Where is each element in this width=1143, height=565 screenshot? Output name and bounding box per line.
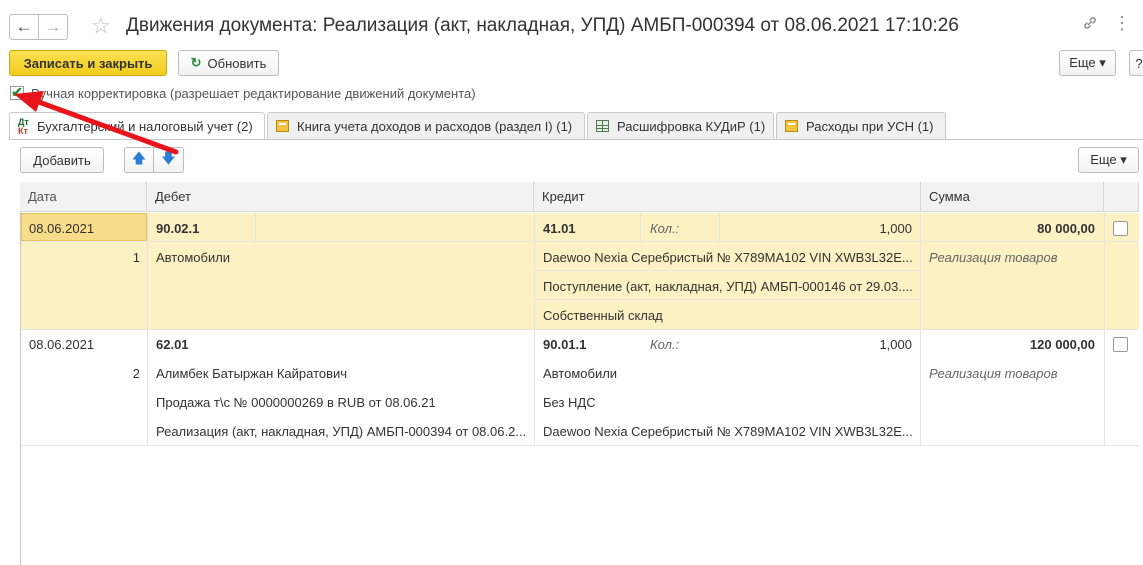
- tab-kudir-breakdown-label: Расшифровка КУДиР (1): [617, 118, 766, 134]
- column-divider: [255, 213, 256, 241]
- help-button[interactable]: ?: [1129, 50, 1143, 76]
- debet-subconto: Автомобили: [156, 250, 231, 265]
- row-divider: [535, 299, 920, 300]
- row-checkbox[interactable]: [1113, 221, 1128, 236]
- debet-subconto: Продажа т\с № 0000000269 в RUB от 08.06.…: [156, 395, 436, 410]
- favorite-star-icon[interactable]: ☆: [91, 13, 111, 39]
- row-number: 2: [132, 366, 140, 381]
- qty-label: Кол.:: [650, 337, 680, 352]
- tab-usn-expenses[interactable]: Расходы при УСН (1): [776, 112, 946, 139]
- qty-value: 1,000: [879, 337, 912, 352]
- sum-value: 80 000,00: [1037, 221, 1095, 236]
- column-divider: [719, 213, 720, 241]
- forward-button[interactable]: →: [38, 14, 68, 40]
- column-divider: [640, 213, 641, 241]
- tab-divider: [9, 139, 1143, 140]
- refresh-label: Обновить: [207, 55, 267, 71]
- kredit-subconto: Daewoo Nexia Серебристый № Х789МА102 VIN…: [543, 424, 913, 439]
- debet-subconto: Алимбек Батыржан Кайратович: [156, 366, 348, 381]
- debet-account: 90.02.1: [156, 221, 200, 236]
- column-sum[interactable]: Сумма: [921, 182, 1104, 211]
- sum-value: 120 000,00: [1029, 337, 1095, 352]
- dt-kt-icon: Дт Кт: [18, 116, 29, 136]
- column-kredit[interactable]: Кредит: [534, 182, 921, 211]
- move-down-button[interactable]: 🡇: [153, 147, 184, 173]
- link-icon-svg: [1084, 17, 1096, 29]
- register-icon: [785, 120, 798, 132]
- kredit-account: 90.01.1: [543, 337, 587, 352]
- refresh-button[interactable]: ↻ Обновить: [178, 50, 279, 76]
- move-up-button[interactable]: 🡅: [124, 147, 154, 173]
- kredit-account: 41.01: [543, 221, 576, 236]
- arrow-left-icon: ←: [15, 17, 33, 36]
- kredit-subconto: Автомобили: [543, 366, 618, 381]
- arrow-down-icon: 🡇: [161, 150, 176, 166]
- window-title: Движения документа: Реализация (акт, нак…: [126, 15, 959, 36]
- kredit-subconto: Собственный склад: [543, 308, 663, 323]
- kredit-subconto: Поступление (акт, накладная, УПД) АМБП-0…: [543, 279, 913, 294]
- back-button[interactable]: ←: [9, 14, 39, 40]
- sum-description: Реализация товаров: [929, 250, 1058, 265]
- arrow-right-icon: →: [44, 17, 62, 36]
- column-date[interactable]: Дата: [20, 182, 147, 211]
- tab-accounting[interactable]: Дт Кт Бухгалтерский и налоговый учет (2): [9, 112, 265, 140]
- qty-value: 1,000: [879, 221, 912, 236]
- row-checkbox[interactable]: [1113, 337, 1128, 352]
- save-and-close-button[interactable]: Записать и закрыть: [9, 50, 167, 76]
- tab-accounting-label: Бухгалтерский и налоговый учет (2): [37, 119, 253, 134]
- manual-correction-checkbox[interactable]: ✔: [10, 85, 24, 100]
- row-divider: [21, 241, 1139, 242]
- grid-more-button[interactable]: Еще ▾: [1078, 147, 1139, 173]
- kredit-subconto: Без НДС: [543, 395, 596, 410]
- refresh-icon: ↻: [190, 55, 202, 70]
- column-debet[interactable]: Дебет: [147, 182, 534, 211]
- row-divider: [21, 445, 1139, 446]
- column-check: [1104, 182, 1139, 211]
- row-date: 08.06.2021: [29, 337, 95, 352]
- debet-subconto: Реализация (акт, накладная, УПД) АМБП-00…: [156, 424, 527, 439]
- register-icon: [276, 120, 289, 132]
- sum-description: Реализация товаров: [929, 366, 1058, 381]
- link-icon[interactable]: [1082, 15, 1098, 36]
- tab-usn-expenses-label: Расходы при УСН (1): [806, 118, 934, 134]
- kredit-subconto: Daewoo Nexia Серебристый № Х789МА102 VIN…: [543, 250, 913, 265]
- more-actions-button[interactable]: Еще ▾: [1059, 50, 1116, 76]
- table-header: Дата Дебет Кредит Сумма: [20, 182, 1139, 212]
- tab-income-expense-book-label: Книга учета доходов и расходов (раздел I…: [297, 118, 573, 134]
- arrow-up-icon: 🡅: [131, 150, 147, 166]
- table-icon: [596, 120, 609, 132]
- more-vertical-icon[interactable]: ⋮: [1113, 13, 1131, 34]
- manual-correction-label: Ручная корректировка (разрешает редактир…: [31, 86, 476, 101]
- row-number: 1: [132, 250, 140, 265]
- add-button[interactable]: Добавить: [20, 147, 104, 173]
- qty-label: Кол.:: [650, 221, 680, 236]
- debet-account: 62.01: [156, 337, 189, 352]
- row-date: 08.06.2021: [29, 221, 95, 236]
- tab-income-expense-book[interactable]: Книга учета доходов и расходов (раздел I…: [267, 112, 585, 139]
- row-divider: [535, 270, 920, 271]
- tab-kudir-breakdown[interactable]: Расшифровка КУДиР (1): [587, 112, 774, 139]
